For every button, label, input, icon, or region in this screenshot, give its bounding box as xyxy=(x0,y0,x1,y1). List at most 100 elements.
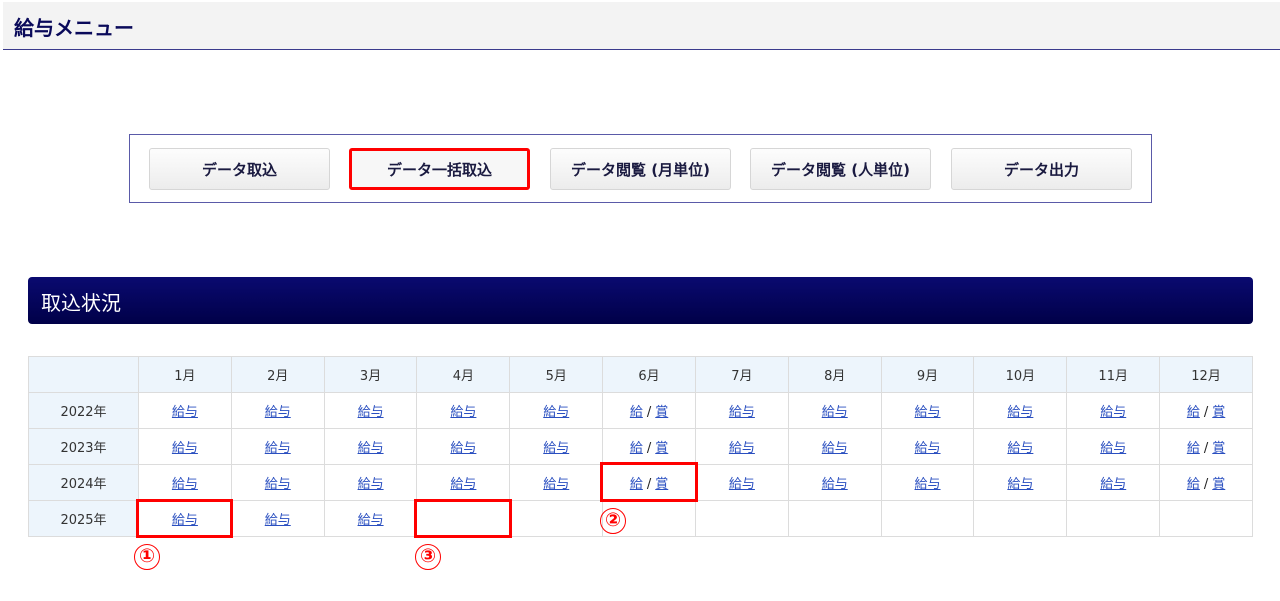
salary-link[interactable]: 給与 xyxy=(543,441,569,456)
salary-link[interactable]: 給 xyxy=(1187,477,1200,492)
month-cell: 給与 xyxy=(787,464,882,501)
month-cell: 給与 xyxy=(694,464,789,501)
month-cell: 給与 xyxy=(880,428,975,465)
month-header: 11月 xyxy=(1066,356,1161,393)
salary-link[interactable]: 給与 xyxy=(172,441,198,456)
salary-link[interactable]: 給与 xyxy=(450,405,476,420)
month-cell xyxy=(787,500,882,537)
month-cell: 給与 xyxy=(138,428,232,465)
month-cell: 給与 xyxy=(1066,392,1161,429)
month-header: 12月 xyxy=(1159,356,1253,393)
bonus-link[interactable]: 賞 xyxy=(1212,405,1225,420)
month-cell xyxy=(694,500,789,537)
data-import-button[interactable]: データ取込 xyxy=(149,148,330,190)
month-cell xyxy=(509,500,604,537)
month-cell: 給与 xyxy=(787,428,882,465)
month-cell: 給 / 賞 xyxy=(602,428,696,465)
bonus-link[interactable]: 賞 xyxy=(655,441,668,456)
month-cell: 給与 xyxy=(230,392,325,429)
salary-link[interactable]: 給与 xyxy=(265,477,291,492)
bonus-link[interactable]: 賞 xyxy=(655,405,668,420)
menu-button-group: データ取込 データ一括取込 データ閲覧 (月単位) データ閲覧 (人単位) デー… xyxy=(129,134,1152,203)
salary-link[interactable]: 給 xyxy=(1187,405,1200,420)
salary-link[interactable]: 給与 xyxy=(1100,477,1126,492)
month-cell: 給与 xyxy=(323,428,418,465)
salary-link[interactable]: 給与 xyxy=(450,441,476,456)
month-cell: 給 / 賞 xyxy=(1159,392,1253,429)
month-cell xyxy=(1159,500,1253,537)
month-cell: 給与 xyxy=(230,500,325,537)
view-monthly-button[interactable]: データ閲覧 (月単位) xyxy=(550,148,731,190)
month-cell: 給与 xyxy=(323,392,418,429)
salary-link[interactable]: 給与 xyxy=(265,441,291,456)
month-cell: 給与 xyxy=(509,464,604,501)
month-header: 2月 xyxy=(230,356,325,393)
month-header: 9月 xyxy=(880,356,975,393)
separator: / xyxy=(1203,477,1209,492)
bulk-import-button[interactable]: データ一括取込 xyxy=(349,148,530,190)
salary-link[interactable]: 給 xyxy=(630,441,643,456)
month-header: 7月 xyxy=(694,356,789,393)
month-header: 6月 xyxy=(602,356,696,393)
salary-link[interactable]: 給与 xyxy=(822,477,848,492)
salary-link[interactable]: 給与 xyxy=(915,405,941,420)
month-cell: 給与 xyxy=(230,464,325,501)
salary-link[interactable]: 給 xyxy=(630,405,643,420)
salary-link[interactable]: 給与 xyxy=(450,477,476,492)
separator: / xyxy=(1203,405,1209,420)
salary-link[interactable]: 給与 xyxy=(358,441,384,456)
salary-link[interactable]: 給与 xyxy=(729,405,755,420)
month-cell: 給与 xyxy=(230,428,325,465)
salary-link[interactable]: 給与 xyxy=(1007,477,1033,492)
month-cell: 給与 xyxy=(973,428,1068,465)
section-header: 取込状況 xyxy=(28,277,1253,324)
data-export-button[interactable]: データ出力 xyxy=(951,148,1132,190)
salary-link[interactable]: 給与 xyxy=(543,405,569,420)
year-cell: 2024年 xyxy=(28,464,139,501)
month-cell: 給与 xyxy=(1066,464,1161,501)
bonus-link[interactable]: 賞 xyxy=(1212,441,1225,456)
month-cell: 給与 xyxy=(787,392,882,429)
month-cell xyxy=(973,500,1068,537)
salary-link[interactable]: 給与 xyxy=(1100,405,1126,420)
highlight-box-2 xyxy=(600,462,698,502)
month-cell: 給与 xyxy=(973,392,1068,429)
salary-link[interactable]: 給与 xyxy=(265,405,291,420)
salary-link[interactable]: 給与 xyxy=(729,441,755,456)
salary-link[interactable]: 給与 xyxy=(822,405,848,420)
month-cell xyxy=(880,500,975,537)
salary-link[interactable]: 給与 xyxy=(358,477,384,492)
salary-link[interactable]: 給与 xyxy=(543,477,569,492)
year-cell: 2023年 xyxy=(28,428,139,465)
separator: / xyxy=(646,441,652,456)
salary-link[interactable]: 給与 xyxy=(822,441,848,456)
corner-cell xyxy=(28,356,139,393)
month-cell: 給与 xyxy=(694,428,789,465)
salary-link[interactable]: 給与 xyxy=(915,441,941,456)
salary-link[interactable]: 給与 xyxy=(358,513,384,528)
month-header: 3月 xyxy=(323,356,418,393)
salary-link[interactable]: 給与 xyxy=(172,405,198,420)
salary-link[interactable]: 給与 xyxy=(1007,405,1033,420)
salary-link[interactable]: 給与 xyxy=(265,513,291,528)
month-cell: 給 / 賞 xyxy=(1159,428,1253,465)
salary-link[interactable]: 給与 xyxy=(172,477,198,492)
month-cell xyxy=(1066,500,1161,537)
salary-link[interactable]: 給与 xyxy=(1007,441,1033,456)
month-cell: 給与 xyxy=(323,500,418,537)
month-cell: 給与 xyxy=(138,464,232,501)
month-header: 5月 xyxy=(509,356,604,393)
salary-link[interactable]: 給与 xyxy=(915,477,941,492)
bonus-link[interactable]: 賞 xyxy=(1212,477,1225,492)
salary-link[interactable]: 給与 xyxy=(1100,441,1126,456)
month-cell: 給与 xyxy=(1066,428,1161,465)
month-cell: 給与 xyxy=(973,464,1068,501)
highlight-box-1 xyxy=(136,499,233,538)
view-person-button[interactable]: データ閲覧 (人単位) xyxy=(750,148,931,190)
month-cell: 給与 xyxy=(880,392,975,429)
annotation-3: ③ xyxy=(415,544,441,570)
table-row: 2023年 給与 給与 給与 給与 給与給 / 賞給与 給与 給与 給与 給与給 / 賞 xyxy=(28,428,1253,465)
salary-link[interactable]: 給 xyxy=(1187,441,1200,456)
salary-link[interactable]: 給与 xyxy=(358,405,384,420)
salary-link[interactable]: 給与 xyxy=(729,477,755,492)
